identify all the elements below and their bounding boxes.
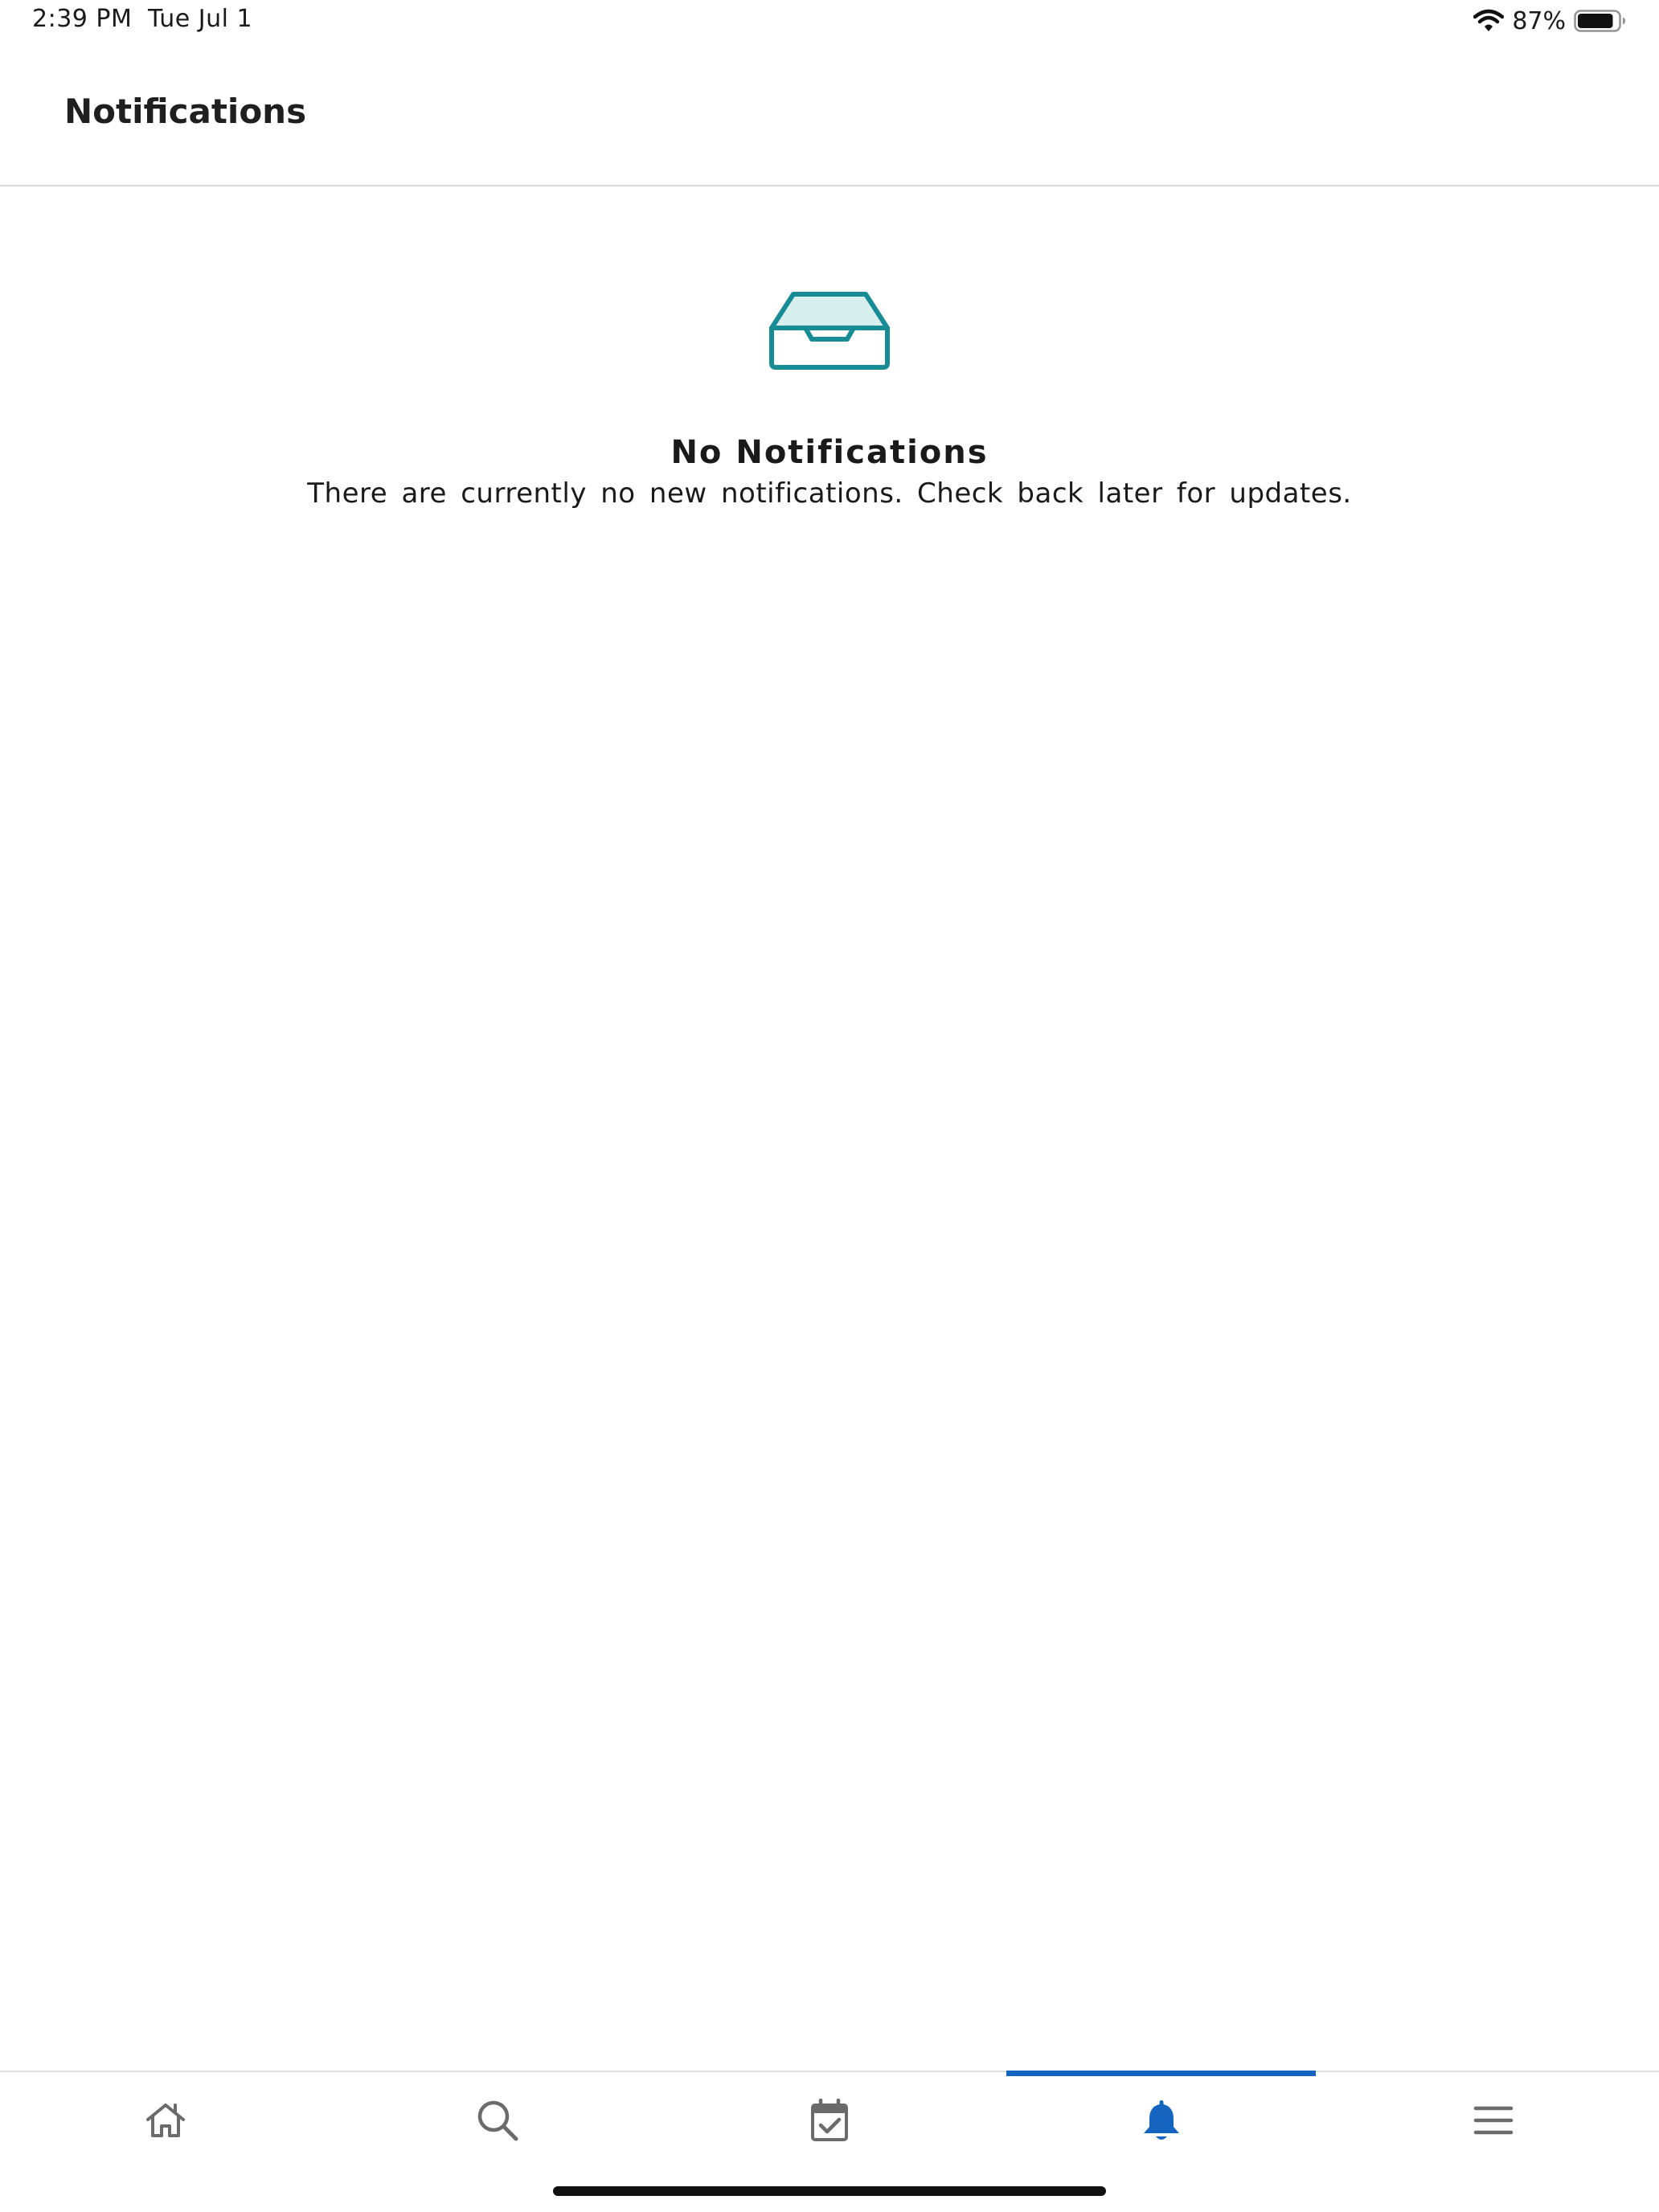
status-indicators: 87%: [1473, 5, 1627, 37]
inbox-tray-icon: [767, 289, 892, 371]
battery-level-fill: [1578, 14, 1613, 28]
home-icon: [145, 2102, 186, 2139]
empty-state: No Notifications There are currently no …: [0, 289, 1659, 510]
status-time: 2:39 PM: [32, 5, 133, 33]
tab-notifications[interactable]: [995, 2071, 1327, 2169]
tab-menu[interactable]: [1327, 2072, 1659, 2169]
home-indicator-bar[interactable]: [553, 2186, 1106, 2196]
page-header: Notifications: [0, 45, 1659, 186]
hamburger-menu-icon: [1473, 2104, 1514, 2136]
empty-state-title: No Notifications: [670, 434, 989, 471]
tab-home[interactable]: [0, 2072, 332, 2169]
search-icon: [476, 2099, 519, 2142]
status-date: Tue Jul 1: [148, 5, 253, 33]
empty-state-message: There are currently no new notifications…: [307, 477, 1352, 510]
tab-search[interactable]: [332, 2072, 664, 2169]
status-bar: 2:39 PM Tue Jul 1 87%: [0, 0, 1659, 45]
active-tab-indicator: [1006, 2071, 1317, 2076]
calendar-check-icon: [810, 2099, 849, 2142]
battery-percentage: 87%: [1512, 6, 1566, 35]
notifications-screen: 2:39 PM Tue Jul 1 87% Notifications No N…: [0, 0, 1659, 2212]
tab-tasks[interactable]: [664, 2072, 996, 2169]
battery-icon: [1574, 9, 1627, 33]
wifi-icon: [1473, 9, 1505, 33]
bell-icon: [1141, 2098, 1182, 2143]
page-title: Notifications: [64, 92, 307, 131]
